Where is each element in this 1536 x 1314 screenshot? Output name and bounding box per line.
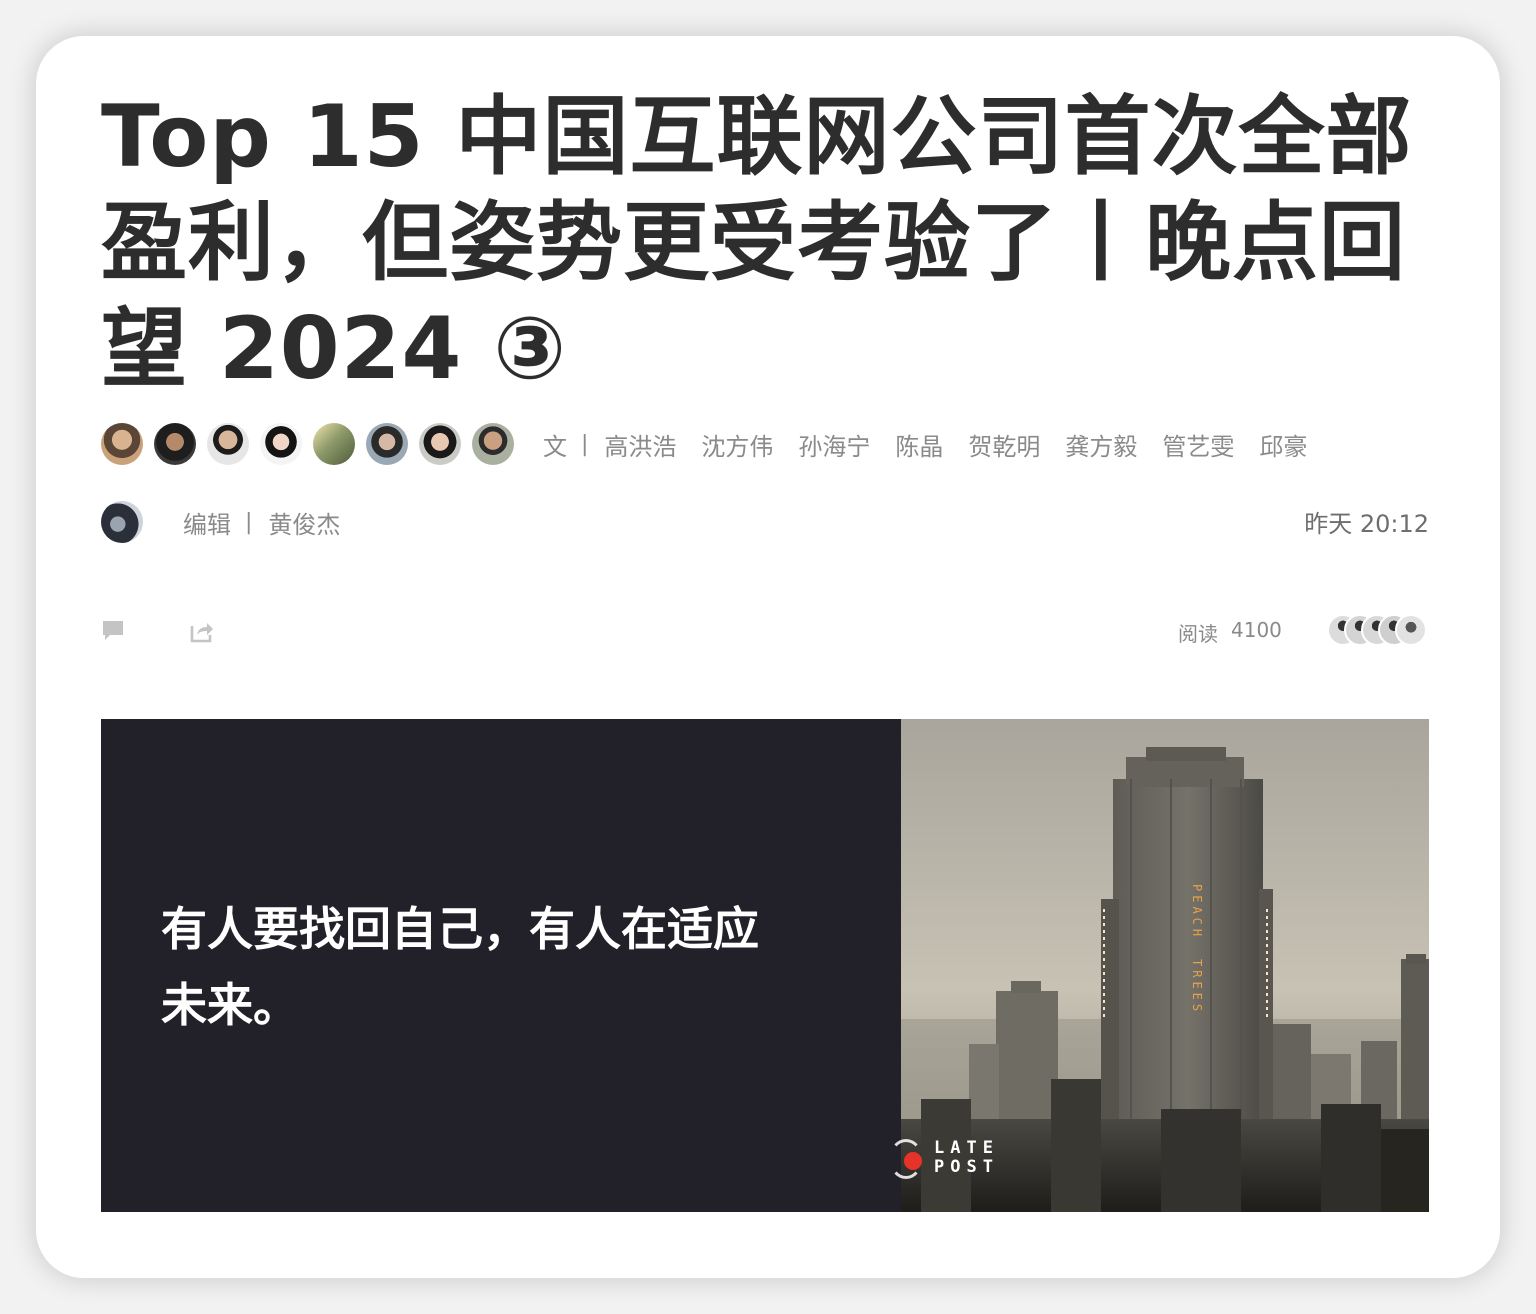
editor-name[interactable]: 黄俊杰 <box>268 505 340 540</box>
logo-line: LATE <box>934 1138 999 1158</box>
latepost-logo: LATE POST <box>934 1139 999 1177</box>
author-avatar[interactable] <box>101 423 143 465</box>
author-avatar[interactable] <box>313 423 355 465</box>
comment-icon[interactable] <box>101 618 127 644</box>
cover-banner[interactable]: 有人要找回自己，有人在适应 未来。 PEACH TREES LATE POST <box>101 719 1429 1212</box>
tower-sign-text: PEACH <box>1190 884 1204 940</box>
reader-avatar <box>1395 614 1427 646</box>
author-name[interactable]: 陈晶 <box>895 427 943 462</box>
logo-line: POST <box>934 1157 999 1177</box>
author-name[interactable]: 邱豪 <box>1259 427 1307 462</box>
author-name[interactable]: 龚方毅 <box>1065 427 1137 462</box>
author-name[interactable]: 贺乾明 <box>968 427 1040 462</box>
editor-label: 编辑 <box>183 510 231 539</box>
reader-avatars[interactable] <box>1327 614 1437 646</box>
authors-label: 文 <box>543 432 567 461</box>
author-avatar[interactable] <box>366 423 408 465</box>
author-avatar[interactable] <box>260 423 302 465</box>
authors-row: 文 | 高洪浩 沈方伟 孙海宁 陈晶 贺乾明 龚方毅 管艺雯 邱豪 <box>101 422 1401 466</box>
author-name[interactable]: 管艺雯 <box>1162 427 1234 462</box>
logo-dot-icon <box>904 1152 922 1170</box>
banner-line: 未来。 <box>161 978 299 1032</box>
article-card: Top 15 中国互联网公司首次全部盈利，但姿势更受考验了丨晚点回望 2024 … <box>36 36 1500 1278</box>
share-icon[interactable] <box>189 618 215 644</box>
author-name[interactable]: 沈方伟 <box>701 427 773 462</box>
editor-avatar[interactable] <box>101 501 143 543</box>
read-count: 4100 <box>1231 618 1282 642</box>
separator: | <box>245 509 253 535</box>
author-avatar[interactable] <box>472 423 514 465</box>
author-avatar[interactable] <box>419 423 461 465</box>
separator: | <box>581 431 589 457</box>
article-title: Top 15 中国互联网公司首次全部盈利，但姿势更受考验了丨晚点回望 2024 … <box>101 87 1413 399</box>
author-name[interactable]: 孙海宁 <box>798 427 870 462</box>
editor-row: 编辑 | 黄俊杰 <box>101 500 701 544</box>
actions-row: 阅读 4100 <box>101 614 1431 648</box>
author-name[interactable]: 高洪浩 <box>604 427 676 462</box>
banner-headline: 有人要找回自己，有人在适应 未来。 <box>161 891 841 1043</box>
banner-line: 有人要找回自己，有人在适应 <box>161 902 759 956</box>
author-avatar[interactable] <box>207 423 249 465</box>
publish-time: 昨天 20:12 <box>1304 510 1429 538</box>
author-avatar[interactable] <box>154 423 196 465</box>
tower-sign-text: TREES <box>1190 959 1204 1015</box>
read-label: 阅读 <box>1178 622 1218 646</box>
